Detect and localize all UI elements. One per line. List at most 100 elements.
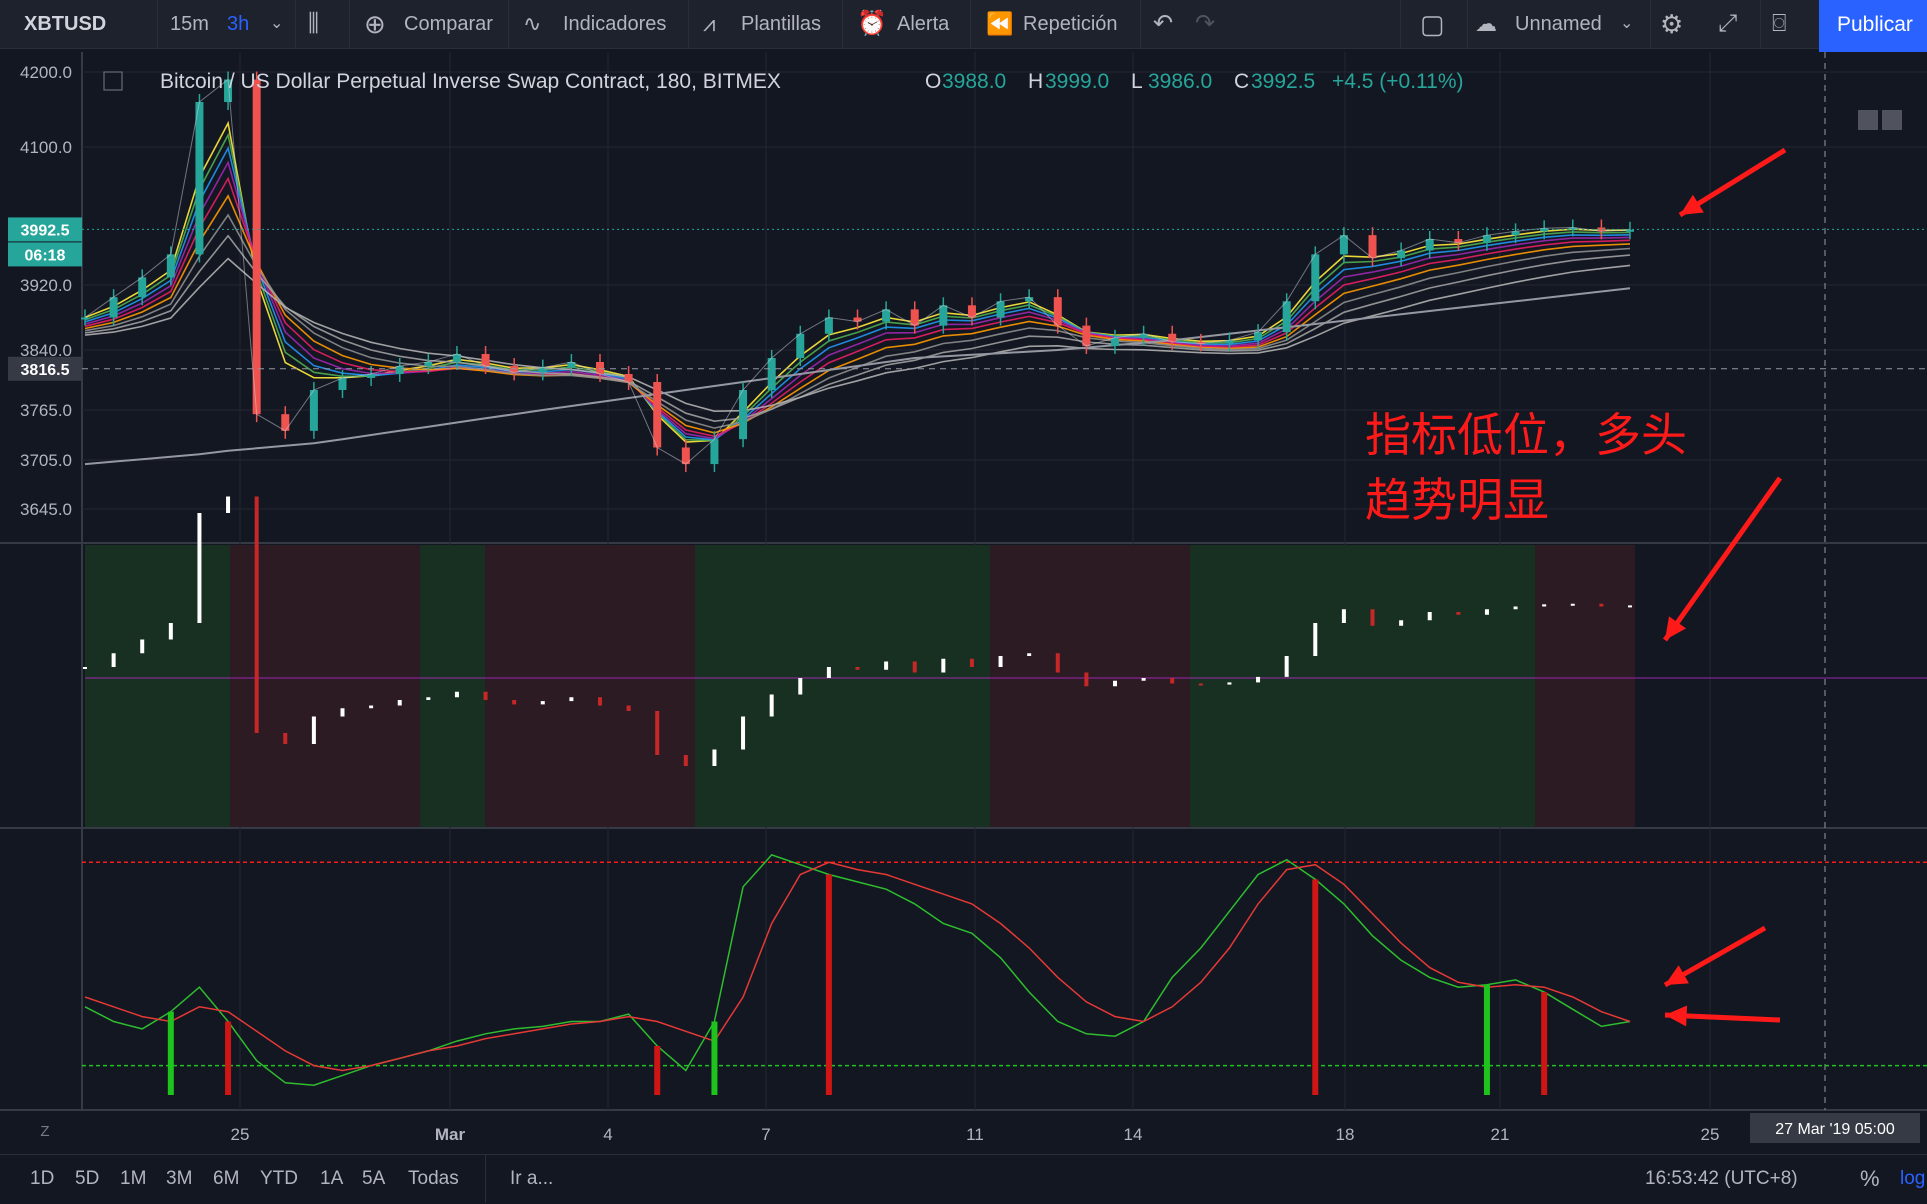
oscillator-bar xyxy=(798,678,803,695)
oscillator-bar xyxy=(569,697,574,702)
redo-icon[interactable]: ↷ xyxy=(1195,0,1215,48)
trend-zone xyxy=(85,545,230,827)
oscillator-bar xyxy=(168,623,173,640)
toolbar-separator xyxy=(349,0,350,48)
symbol-search[interactable]: XBTUSD xyxy=(24,0,106,48)
oscillator-bar xyxy=(369,705,374,709)
alarm-clock-icon[interactable]: ⏰ xyxy=(857,0,887,48)
range-3m[interactable]: 3M xyxy=(166,1155,192,1203)
countdown-value: 06:18 xyxy=(25,247,66,264)
indicators-button[interactable]: Indicadores xyxy=(563,0,666,48)
oscillator-bar xyxy=(741,716,746,750)
oscillator-bar xyxy=(683,755,688,766)
cross-signal-bar xyxy=(1541,992,1548,1095)
chevron-down-icon[interactable]: ⌄ xyxy=(1620,0,1633,48)
replay-icon[interactable]: ⏪ xyxy=(986,0,1013,48)
x-tick-label: 7 xyxy=(761,1125,770,1144)
publish-button[interactable]: Publicar xyxy=(1819,0,1927,52)
gear-icon[interactable]: ⚙ xyxy=(1660,0,1683,48)
price-candle xyxy=(739,390,748,440)
percent-toggle[interactable]: % xyxy=(1860,1155,1880,1203)
oscillator-bar xyxy=(598,697,602,706)
oscillator-bar xyxy=(1399,620,1404,626)
legend-value: 3988.0 xyxy=(942,70,1006,93)
layout-name[interactable]: Unnamed xyxy=(1515,0,1602,48)
chevron-down-icon[interactable]: ⌄ xyxy=(270,0,283,48)
price-candle xyxy=(767,358,776,390)
plus-circle-icon[interactable]: ⊕ xyxy=(364,0,386,48)
interval-3h[interactable]: 3h xyxy=(227,0,249,48)
log-toggle[interactable]: log xyxy=(1900,1155,1925,1203)
oscillator-bar xyxy=(1113,680,1117,687)
price-candle xyxy=(481,354,490,366)
trend-zone xyxy=(695,545,990,827)
compare-button[interactable]: Comparar xyxy=(404,0,493,48)
annotation-line-2: 趋势明显 xyxy=(1365,473,1549,527)
oscillator-bar xyxy=(1542,604,1547,607)
oscillator-bar xyxy=(912,661,917,673)
range-1m[interactable]: 1M xyxy=(120,1155,146,1203)
goto-date-button[interactable]: Ir a... xyxy=(510,1155,553,1203)
legend-title: Bitcoin / US Dollar Perpetual Inverse Sw… xyxy=(160,70,781,93)
undo-icon[interactable]: ↶ xyxy=(1153,0,1173,48)
range-6m[interactable]: 6M xyxy=(213,1155,239,1203)
oscillator-bar xyxy=(111,653,116,667)
candles-icon[interactable]: ⫼ xyxy=(308,0,319,48)
clock-timezone[interactable]: 16:53:42 (UTC+8) xyxy=(1645,1155,1798,1203)
toolbar-separator xyxy=(1140,0,1141,48)
price-candle xyxy=(281,414,290,431)
oscillator-bar xyxy=(1628,605,1632,608)
oscillator-bar xyxy=(454,691,459,698)
price-candle xyxy=(939,305,948,326)
fullscreen-square-icon[interactable]: ▢ xyxy=(1420,0,1445,48)
interval-15m[interactable]: 15m xyxy=(170,0,209,48)
crosshair-price-value: 3816.5 xyxy=(21,362,70,379)
y-tick-label: 3765.0 xyxy=(20,401,72,420)
y-tick-label: 3705.0 xyxy=(20,451,72,470)
price-candle xyxy=(653,382,662,448)
price-candle xyxy=(81,317,89,320)
oscillator-bar xyxy=(1427,612,1432,621)
alert-button[interactable]: Alerta xyxy=(897,0,949,48)
oscillator-bar xyxy=(855,667,860,670)
range-5d[interactable]: 5D xyxy=(75,1155,99,1203)
range-5a[interactable]: 5A xyxy=(362,1155,385,1203)
range-1a[interactable]: 1A xyxy=(320,1155,343,1203)
oscillator-bar xyxy=(1256,676,1261,683)
x-tick-label: 18 xyxy=(1336,1125,1355,1144)
indicators-icon[interactable]: ∿ xyxy=(523,0,541,48)
trend-zone xyxy=(1190,545,1535,827)
oscillator-bar xyxy=(1570,603,1575,606)
x-tick-label: Mar xyxy=(435,1125,466,1144)
price-candle xyxy=(1311,254,1320,302)
range-all[interactable]: Todas xyxy=(408,1155,459,1203)
oscillator-bar xyxy=(540,701,545,705)
templates-button[interactable]: Plantillas xyxy=(741,0,821,48)
last-price-value: 3992.5 xyxy=(21,222,70,239)
cross-signal-bar xyxy=(225,1021,232,1095)
oscillator-bar xyxy=(1341,609,1346,623)
toolbar-separator xyxy=(157,0,158,48)
oscillator-bar xyxy=(226,496,231,513)
price-candle xyxy=(1425,239,1434,251)
camera-icon[interactable]: ⌼ xyxy=(1772,0,1786,48)
chart-canvas[interactable]: 25 Mar 4 7 11 14 18 21 254200.04100.03920.03840.… xyxy=(0,48,1927,1154)
price-candle xyxy=(109,297,118,318)
oscillator-bar xyxy=(1027,653,1032,656)
replay-button[interactable]: Repetición xyxy=(1023,0,1118,48)
y-tick-label: 3645.0 xyxy=(20,500,72,519)
price-candle xyxy=(1282,301,1291,333)
range-ytd[interactable]: YTD xyxy=(260,1155,298,1203)
oscillator-bar xyxy=(1170,678,1175,684)
annotation-line-1: 指标低位，多头 xyxy=(1365,408,1687,462)
price-candle xyxy=(710,439,719,465)
templates-icon[interactable]: ⩘ xyxy=(703,0,715,48)
cloud-icon[interactable]: ☁ xyxy=(1475,0,1497,48)
expand-icon[interactable]: ⤢ xyxy=(1718,0,1737,48)
y-tick-label: 4100.0 xyxy=(20,138,72,157)
cross-signal-bar xyxy=(825,874,832,1095)
range-1d[interactable]: 1D xyxy=(30,1155,54,1203)
price-candle xyxy=(1368,235,1377,259)
top-toolbar: XBTUSD 15m 3h ⌄ ⫼ ⊕ Comparar ∿ Indicador… xyxy=(0,0,1927,52)
oscillator-bar xyxy=(884,661,889,670)
